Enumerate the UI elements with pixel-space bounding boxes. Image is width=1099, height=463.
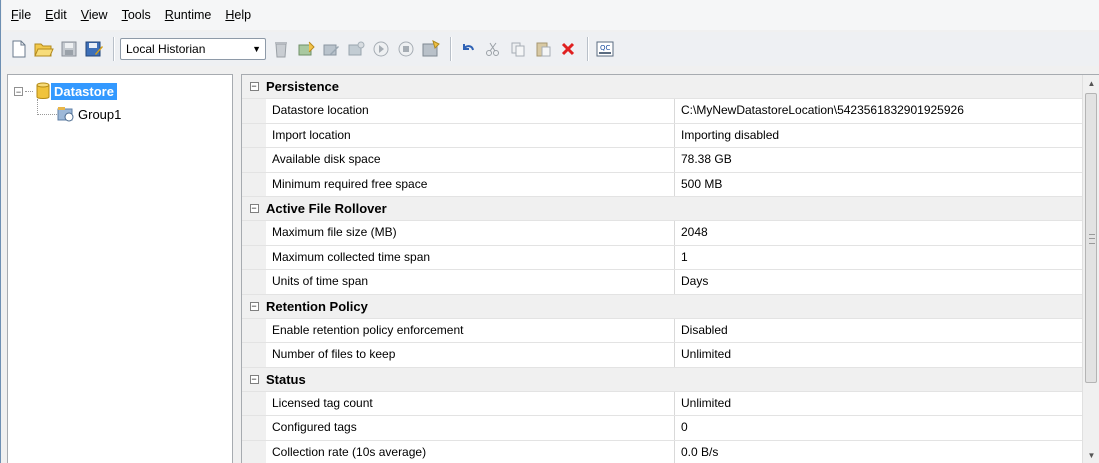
play-icon[interactable] <box>370 38 392 60</box>
category-status[interactable]: − Status <box>242 367 1084 393</box>
open-folder-icon[interactable] <box>33 38 55 60</box>
edit-group-icon[interactable] <box>320 38 342 60</box>
menu-bar: File Edit View Tools Runtime Help <box>2 0 1099 30</box>
copy-icon[interactable] <box>507 38 529 60</box>
property-row[interactable]: Minimum required free space 500 MB <box>242 172 1084 197</box>
toolbar-separator <box>450 37 452 61</box>
app-window: File Edit View Tools Runtime Help Local … <box>0 0 1099 463</box>
property-row[interactable]: Available disk space 78.38 GB <box>242 148 1084 173</box>
group-icon <box>57 107 74 122</box>
datastore-tree: − Datastore Group1 <box>7 74 233 463</box>
collapse-icon[interactable]: − <box>14 86 23 96</box>
property-row[interactable]: Enable retention policy enforcement Disab… <box>242 318 1084 344</box>
stop-icon[interactable] <box>395 38 417 60</box>
trash-icon[interactable] <box>270 38 292 60</box>
property-grid: − Persistence Datastore location C:\MyNewD… <box>241 74 1099 463</box>
property-row[interactable]: Units of time span Days <box>242 270 1084 295</box>
menu-view[interactable]: View <box>74 0 115 30</box>
paste-icon[interactable] <box>532 38 554 60</box>
save-icon[interactable] <box>58 38 80 60</box>
menu-edit[interactable]: Edit <box>38 0 74 30</box>
tree-node-datastore[interactable]: − Datastore <box>14 81 117 101</box>
toolbar: Local Historian ▼ QC <box>2 32 1099 66</box>
toolbar-separator <box>113 37 115 61</box>
undo-icon[interactable] <box>457 38 479 60</box>
new-icon[interactable] <box>8 38 30 60</box>
property-row[interactable]: Maximum collected time span 1 <box>242 245 1084 271</box>
delete-icon[interactable] <box>557 38 579 60</box>
property-row[interactable]: Maximum file size (MB) 2048 <box>242 221 1084 246</box>
chevron-down-icon: ▼ <box>252 44 261 54</box>
collapse-icon[interactable]: − <box>249 301 259 311</box>
tag-icon[interactable] <box>345 38 367 60</box>
collapse-icon[interactable]: − <box>249 374 259 384</box>
quick-client-icon[interactable]: QC <box>594 38 616 60</box>
add-group-icon[interactable] <box>295 38 317 60</box>
collapse-icon[interactable]: − <box>249 204 259 214</box>
tree-node-label: Datastore <box>51 82 117 100</box>
tree-node-group1[interactable]: Group1 <box>37 104 124 124</box>
menu-help[interactable]: Help <box>218 0 258 30</box>
property-row[interactable]: Datastore location C:\MyNewDatastoreLocat… <box>242 99 1084 124</box>
historian-select[interactable]: Local Historian ▼ <box>120 38 266 60</box>
scrollbar-thumb[interactable] <box>1085 93 1097 383</box>
menu-runtime[interactable]: Runtime <box>158 0 219 30</box>
property-row[interactable]: Licensed tag count Unlimited <box>242 392 1084 417</box>
menu-tools[interactable]: Tools <box>115 0 158 30</box>
category-active-file-rollover[interactable]: − Active File Rollover <box>242 196 1084 222</box>
svg-text:QC: QC <box>600 44 611 52</box>
property-row[interactable]: Collection rate (10s average) 0.0 B/s <box>242 440 1084 463</box>
grip-icon <box>1089 234 1095 244</box>
scroll-down-icon[interactable]: ▼ <box>1083 447 1099 463</box>
property-row[interactable]: Number of files to keep Unlimited <box>242 343 1084 368</box>
scroll-up-icon[interactable]: ▲ <box>1083 75 1099 92</box>
category-persistence[interactable]: − Persistence <box>242 75 1084 100</box>
database-icon <box>36 82 50 99</box>
property-row[interactable]: Configured tags 0 <box>242 416 1084 441</box>
property-row[interactable]: Import location Importing disabled <box>242 123 1084 149</box>
category-retention-policy[interactable]: − Retention Policy <box>242 294 1084 319</box>
collapse-icon[interactable]: − <box>249 82 259 92</box>
property-rows: − Persistence Datastore location C:\MyNewD… <box>242 75 1084 463</box>
vertical-scrollbar[interactable]: ▲ ▼ <box>1082 75 1099 463</box>
menu-file[interactable]: File <box>4 0 38 30</box>
properties-icon[interactable] <box>420 38 442 60</box>
cut-icon[interactable] <box>482 38 504 60</box>
toolbar-separator <box>587 37 589 61</box>
tree-node-label: Group1 <box>78 106 122 122</box>
save-as-icon[interactable] <box>83 38 105 60</box>
